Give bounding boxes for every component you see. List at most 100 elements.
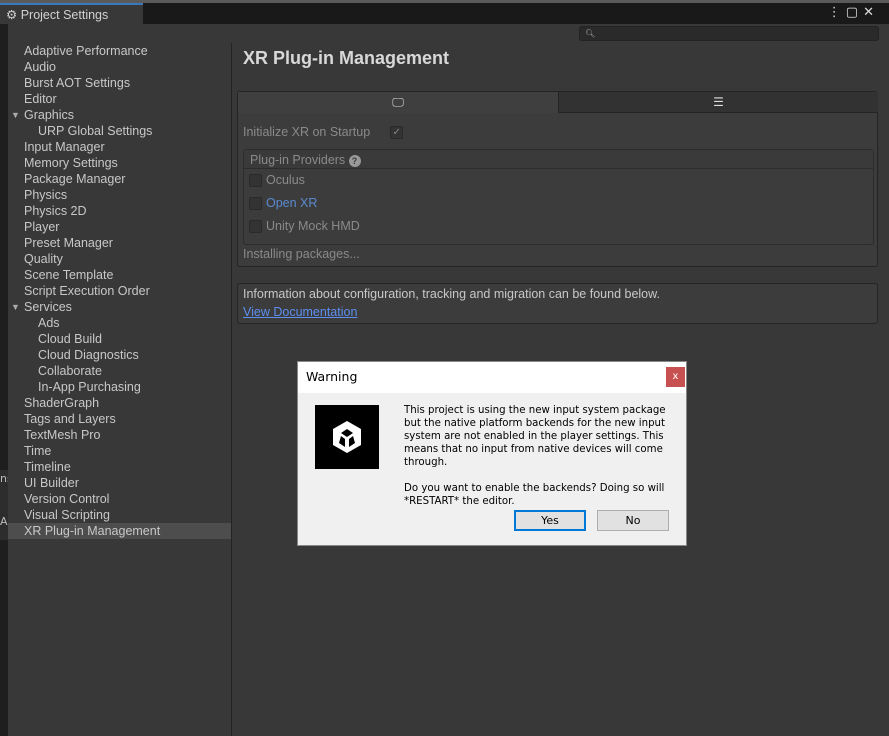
sidebar-item[interactable]: UI Builder bbox=[8, 475, 231, 491]
desktop-icon: 🖵 bbox=[392, 95, 404, 109]
init-xr-label: Initialize XR on Startup bbox=[243, 125, 371, 139]
sidebar-item[interactable]: Physics bbox=[8, 187, 231, 203]
provider-label: Unity Mock HMD bbox=[266, 219, 360, 233]
sidebar-item[interactable]: Package Manager bbox=[8, 171, 231, 187]
sidebar-item[interactable]: ShaderGraph bbox=[8, 395, 231, 411]
sidebar-item[interactable]: Quality bbox=[8, 251, 231, 267]
sidebar: Adaptive Performance Audio Burst AOT Setti… bbox=[8, 43, 232, 736]
no-button[interactable]: No bbox=[597, 510, 669, 531]
sidebar-item[interactable]: Script Execution Order bbox=[8, 283, 231, 299]
close-icon[interactable]: ✕ bbox=[863, 5, 879, 20]
checkbox[interactable] bbox=[249, 197, 262, 211]
sidebar-item[interactable]: Visual Scripting bbox=[8, 507, 231, 523]
dialog-close-button[interactable]: x bbox=[666, 367, 685, 387]
sidebar-item[interactable]: Scene Template bbox=[8, 267, 231, 283]
provider-openxr[interactable]: Open XR bbox=[244, 192, 873, 215]
sidebar-item[interactable]: TextMesh Pro bbox=[8, 427, 231, 443]
sidebar-item-label: Visual Scripting bbox=[24, 508, 110, 522]
search-input[interactable]: 🔍︎ bbox=[579, 26, 879, 41]
sidebar-item[interactable]: In-App Purchasing bbox=[8, 379, 231, 395]
sidebar-item-label: Physics bbox=[24, 188, 68, 202]
sidebar-item-label: Physics 2D bbox=[24, 204, 87, 218]
info-text: Information about configuration, trackin… bbox=[243, 287, 660, 301]
sidebar-item-label: Timeline bbox=[24, 460, 71, 474]
sidebar-item-label: TextMesh Pro bbox=[24, 428, 101, 442]
sidebar-item[interactable]: Timeline bbox=[8, 459, 231, 475]
sidebar-item[interactable]: Adaptive Performance bbox=[8, 43, 231, 59]
installing-status: Installing packages... bbox=[243, 247, 360, 261]
sidebar-item-label: UI Builder bbox=[24, 476, 79, 490]
view-documentation-link[interactable]: View Documentation bbox=[243, 305, 872, 319]
sidebar-item-label: Services bbox=[24, 300, 72, 314]
init-xr-checkbox[interactable]: ✓ bbox=[390, 126, 404, 140]
sidebar-item-label: URP Global Settings bbox=[38, 124, 153, 138]
unity-logo-icon bbox=[315, 405, 379, 469]
tab-label: Project Settings bbox=[20, 8, 109, 22]
sidebar-item[interactable]: Memory Settings bbox=[8, 155, 231, 171]
tab-server[interactable]: ☰ bbox=[558, 92, 878, 113]
gear-icon: ⚙ bbox=[6, 8, 18, 22]
background-window-edge: ns A bbox=[0, 470, 8, 540]
sidebar-item-label: Script Execution Order bbox=[24, 284, 150, 298]
sidebar-item-label: Tags and Layers bbox=[24, 412, 116, 426]
sidebar-item[interactable]: XR Plug-in Management bbox=[8, 523, 231, 539]
page-title: XR Plug-in Management bbox=[243, 48, 450, 68]
provider-oculus[interactable]: Oculus bbox=[244, 169, 873, 192]
yes-button[interactable]: Yes bbox=[514, 510, 586, 531]
sidebar-item[interactable]: ▼ Graphics bbox=[8, 107, 231, 123]
sidebar-item[interactable]: URP Global Settings bbox=[8, 123, 231, 139]
sidebar-item-label: Package Manager bbox=[24, 172, 126, 186]
tab-desktop[interactable]: 🖵 bbox=[238, 92, 558, 113]
sidebar-item[interactable]: Cloud Build bbox=[8, 331, 231, 347]
sidebar-item[interactable]: Ads bbox=[8, 315, 231, 331]
sidebar-item-label: Cloud Build bbox=[38, 332, 102, 346]
maximize-icon[interactable]: ▢ bbox=[846, 5, 863, 20]
expand-arrow-icon[interactable]: ▼ bbox=[11, 299, 20, 315]
sidebar-item[interactable]: Physics 2D bbox=[8, 203, 231, 219]
sidebar-item-label: Time bbox=[24, 444, 52, 458]
sidebar-item[interactable]: Cloud Diagnostics bbox=[8, 347, 231, 363]
sidebar-item[interactable]: Audio bbox=[8, 59, 231, 75]
sidebar-item-label: ShaderGraph bbox=[24, 396, 100, 410]
provider-mock-hmd[interactable]: Unity Mock HMD bbox=[244, 215, 873, 238]
provider-link[interactable]: Open XR bbox=[266, 196, 317, 210]
sidebar-item[interactable]: Player bbox=[8, 219, 231, 235]
more-options-icon[interactable]: ⋮ bbox=[828, 5, 846, 20]
sidebar-item[interactable]: Time bbox=[8, 443, 231, 459]
sidebar-item-label: Editor bbox=[24, 92, 57, 106]
server-icon: ☰ bbox=[713, 95, 724, 109]
checkbox[interactable] bbox=[249, 220, 262, 234]
sidebar-item[interactable]: ▼ Services bbox=[8, 299, 231, 315]
tab-bar: ⚙ Project Settings ⋮▢✕ bbox=[0, 3, 889, 24]
expand-arrow-icon[interactable]: ▼ bbox=[11, 107, 20, 123]
checkbox[interactable] bbox=[249, 174, 262, 188]
message-paragraph: This project is using the new input syst… bbox=[404, 405, 666, 468]
sidebar-item[interactable]: Input Manager bbox=[8, 139, 231, 155]
search-icon: 🔍︎ bbox=[585, 29, 596, 38]
sidebar-item-label: Scene Template bbox=[24, 268, 114, 282]
message-paragraph: Do you want to enable the backends? Doin… bbox=[404, 483, 665, 507]
help-icon[interactable]: ? bbox=[348, 155, 361, 167]
dialog-message: This project is using the new input syst… bbox=[404, 404, 679, 508]
settings-panel: 🖵 ☰ Initialize XR on Startup ✓ Plug-in Pr… bbox=[237, 91, 878, 267]
sidebar-item-label: Burst AOT Settings bbox=[24, 76, 131, 90]
sidebar-item-label: Memory Settings bbox=[24, 156, 118, 170]
sidebar-item-label: Version Control bbox=[24, 492, 110, 506]
sidebar-item-label: Collaborate bbox=[38, 364, 102, 378]
info-box: Information about configuration, trackin… bbox=[237, 283, 878, 324]
edge-text: ns bbox=[0, 472, 8, 485]
provider-label: Oculus bbox=[266, 173, 305, 187]
edge-text: A bbox=[0, 515, 8, 528]
sidebar-item-label: Adaptive Performance bbox=[24, 44, 148, 58]
sidebar-item[interactable]: Version Control bbox=[8, 491, 231, 507]
sidebar-item[interactable]: Tags and Layers bbox=[8, 411, 231, 427]
plugin-providers: Plug-in Providers ? Oculus Open XR Unity… bbox=[243, 149, 874, 245]
sidebar-item-label: Audio bbox=[24, 60, 56, 74]
sidebar-item[interactable]: Burst AOT Settings bbox=[8, 75, 231, 91]
sidebar-item-label: Quality bbox=[24, 252, 63, 266]
tab-project-settings[interactable]: ⚙ Project Settings bbox=[0, 3, 143, 24]
sidebar-item[interactable]: Preset Manager bbox=[8, 235, 231, 251]
sidebar-item-label: Graphics bbox=[24, 108, 75, 122]
sidebar-item[interactable]: Collaborate bbox=[8, 363, 231, 379]
sidebar-item[interactable]: Editor bbox=[8, 91, 231, 107]
